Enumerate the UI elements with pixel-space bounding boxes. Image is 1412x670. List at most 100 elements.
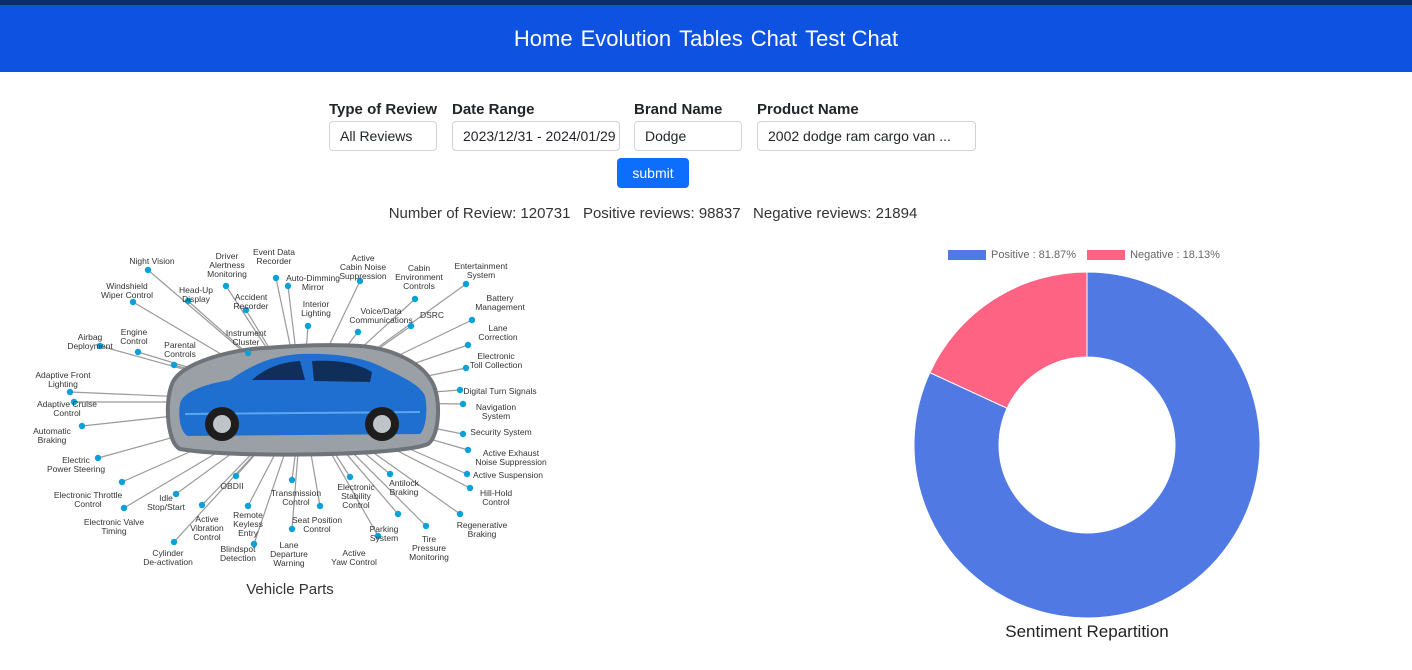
spoke-dot <box>354 328 362 336</box>
vehicle-part-label: OBDII <box>220 481 244 491</box>
spoke-dot <box>134 348 142 356</box>
nav-chat[interactable]: Chat <box>751 26 797 52</box>
spoke-dot <box>222 282 230 290</box>
spoke-dot <box>66 388 74 396</box>
vehicle-part-label: Airbag Deployment <box>67 332 113 351</box>
vehicle-part-label: Head-Up Display <box>178 285 214 304</box>
vehicle-part-label: Active Yaw Control <box>331 548 377 567</box>
vehicle-part-label: Active Vibration Control <box>190 514 224 542</box>
vehicle-part-label: Automatic Braking <box>33 426 71 445</box>
spoke-dot <box>386 470 394 478</box>
review-type-label: Type of Review <box>329 101 438 118</box>
spoke-dot <box>78 422 86 430</box>
legend-positive[interactable]: Positive : 81.87% <box>948 249 1076 261</box>
vehicle-part-label: Lane Departure Warning <box>270 540 308 568</box>
spoke-dot <box>170 361 178 369</box>
vehicle-part-label: Battery Management <box>475 293 525 312</box>
vehicle-part-label: Voice/Data Communications <box>349 306 413 325</box>
vehicle-part-label: Windshield Wiper Control <box>101 281 153 300</box>
nav-home[interactable]: Home <box>514 26 573 52</box>
date-range-group: Date Range 2023/12/31 - 2024/01/29 <box>452 100 620 151</box>
vehicle-part-label: Active Cabin Noise Suppression <box>339 253 387 281</box>
vehicle-part-label: Hill-Hold Control <box>479 488 513 507</box>
vehicle-part-label: Adaptive Front Lighting <box>35 370 91 389</box>
vehicle-part-label: Navigation System <box>475 402 517 421</box>
review-stats: Number of Review: 120731 Positive review… <box>388 205 918 222</box>
product-input[interactable]: 2002 dodge ram cargo van ... <box>757 121 976 151</box>
spoke-dot <box>394 510 402 518</box>
vehicle-part-label: Engine Control <box>120 327 148 346</box>
vehicle-part-label: Active Exhaust Noise Suppression <box>475 448 547 467</box>
nav-tables[interactable]: Tables <box>679 26 743 52</box>
vehicle-part-label: Blindspot Detection <box>220 544 256 563</box>
vehicle-part-label: DSRC <box>419 310 445 320</box>
vehicle-part-label: Antilock Braking <box>389 478 419 497</box>
spoke-dot <box>244 349 252 357</box>
vehicle-part-label: Night Vision <box>129 256 175 266</box>
vehicle-part-label: Idle Stop/Start <box>147 493 185 512</box>
spoke-dot <box>244 502 252 510</box>
vehicle-part-label: Accident Recorder <box>233 292 269 311</box>
vehicle-part-label: Electronic Toll Collection <box>469 351 523 370</box>
vehicle-part-label: Seat Position Control <box>291 515 343 534</box>
date-range-input[interactable]: 2023/12/31 - 2024/01/29 <box>452 121 620 151</box>
vehicle-part-label: Driver Alertness Monitoring <box>207 251 247 279</box>
vehicle-part-label: Electric Power Steering <box>46 455 106 474</box>
vehicle-part-label: Cabin Environment Controls <box>395 263 443 291</box>
vehicle-part-label: Auto-Dimming Mirror <box>286 273 340 292</box>
vehicle-part-label: Lane Correction <box>478 323 518 342</box>
spoke-dot <box>232 472 240 480</box>
spoke-dot <box>456 510 464 518</box>
donut-svg <box>913 271 1261 619</box>
brand-input[interactable]: Dodge <box>634 121 742 151</box>
spoke-dot <box>144 266 152 274</box>
review-type-group: Type of Review All Reviews <box>329 100 437 151</box>
legend-swatch-positive <box>948 250 986 260</box>
spoke-dot <box>464 446 472 454</box>
vehicle-part-label: Transmission Control <box>270 488 322 507</box>
review-type-select[interactable]: All Reviews <box>329 121 437 151</box>
spoke-dot <box>462 280 470 288</box>
spoke-dot <box>304 322 312 330</box>
chart-legend: Positive : 81.87% Negative : 18.13% <box>948 249 1228 263</box>
vehicle-part-label: Electronic Stability Control <box>337 482 375 510</box>
vehicle-part-label: Remote Keyless Entry <box>233 510 263 538</box>
vehicle-part-label: Electronic Valve Timing <box>83 517 145 536</box>
vehicle-part-label: Instrument Cluster <box>225 328 267 347</box>
vehicle-part-label: Tire Pressure Monitoring <box>409 534 449 562</box>
legend-swatch-negative <box>1087 250 1126 260</box>
product-group: Product Name 2002 dodge ram cargo van ..… <box>757 100 976 151</box>
spoke-dot <box>463 470 471 478</box>
date-range-label: Date Range <box>452 101 535 118</box>
vehicle-part-label: Adaptive Cruise Control <box>36 399 98 418</box>
spoke-dot <box>198 501 206 509</box>
brand-label: Brand Name <box>634 101 723 118</box>
vehicle-part-label: Parental Controls <box>164 340 196 359</box>
spoke-dot <box>459 430 467 438</box>
nav-evolution[interactable]: Evolution <box>581 26 672 52</box>
legend-positive-label: Positive : 81.87% <box>991 249 1076 261</box>
spoke-dot <box>272 274 280 282</box>
nav-test-chat[interactable]: Test Chat <box>805 26 898 52</box>
spoke-dot <box>459 400 467 408</box>
spoke-dot <box>464 341 472 349</box>
spoke-dot <box>468 316 476 324</box>
sentiment-donut-chart <box>913 271 1261 619</box>
vehicle-part-label: Interior Lighting <box>301 299 331 318</box>
spoke-dot <box>346 473 354 481</box>
vehicle-part-label: Security System <box>470 427 532 437</box>
legend-negative[interactable]: Negative : 18.13% <box>1087 249 1220 261</box>
submit-button[interactable]: submit <box>617 158 689 188</box>
vehicle-part-label: Cylinder De-activation <box>143 548 193 567</box>
vehicle-parts-diagram: Night Vision Driver Alertness Monitoring E… <box>30 244 550 574</box>
product-label: Product Name <box>757 101 859 118</box>
spoke-dot <box>462 364 470 372</box>
brand-group: Brand Name Dodge <box>634 100 742 151</box>
spoke-dot <box>422 522 430 530</box>
main-navbar: Home Evolution Tables Chat Test Chat <box>0 5 1412 72</box>
vehicle-part-label: Parking System <box>369 524 399 543</box>
vehicle-parts-caption: Vehicle Parts <box>246 581 334 598</box>
spoke-dot <box>170 538 178 546</box>
spoke-dot <box>118 478 126 486</box>
vehicle-part-label: Digital Turn Signals <box>463 386 537 396</box>
